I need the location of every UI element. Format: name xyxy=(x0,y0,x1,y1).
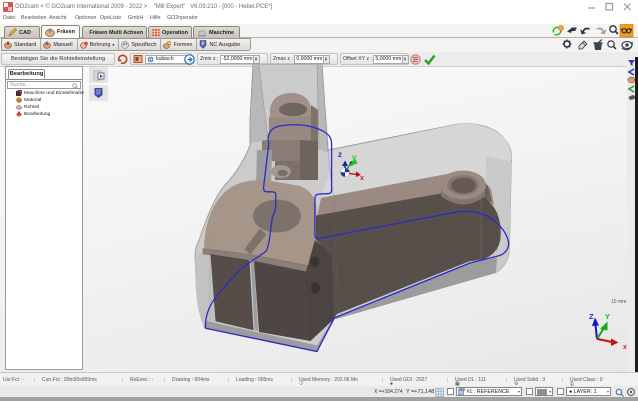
svg-text:z: z xyxy=(338,150,342,159)
svg-text:Y: Y xyxy=(605,312,610,321)
svg-text:10 mm: 10 mm xyxy=(611,299,626,305)
svg-text:x: x xyxy=(360,175,364,182)
svg-text:y: y xyxy=(352,153,357,162)
svg-text:Z: Z xyxy=(589,312,594,321)
